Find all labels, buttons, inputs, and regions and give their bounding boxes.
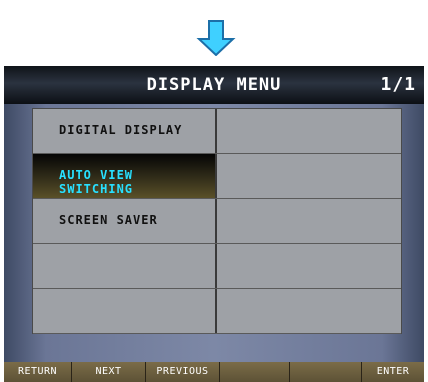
footer-buttons: RETURN NEXT PREVIOUS ENTER bbox=[4, 362, 424, 382]
menu-item-auto-view-switching[interactable]: AUTO VIEW SWITCHING bbox=[33, 154, 217, 198]
menu-value-cell bbox=[217, 199, 401, 243]
menu-item-digital-display[interactable]: DIGITAL DISPLAY bbox=[33, 109, 217, 153]
menu-value-cell bbox=[217, 289, 401, 333]
down-arrow-icon bbox=[196, 20, 236, 56]
footer-blank-button bbox=[220, 362, 290, 382]
enter-button[interactable]: ENTER bbox=[362, 362, 424, 382]
menu-item-screen-saver[interactable]: SCREEN SAVER bbox=[33, 199, 217, 243]
menu-row bbox=[33, 244, 401, 289]
previous-button[interactable]: PREVIOUS bbox=[146, 362, 220, 382]
menu-item-label: AUTO VIEW SWITCHING bbox=[59, 168, 134, 196]
menu-title: DISPLAY MENU bbox=[146, 75, 282, 95]
menu-item-empty bbox=[33, 244, 217, 288]
menu-item-empty bbox=[33, 289, 217, 333]
footer-blank-button bbox=[290, 362, 362, 382]
menu-value-cell bbox=[217, 244, 401, 288]
menu-row: SCREEN SAVER bbox=[33, 199, 401, 244]
menu-value-cell bbox=[217, 109, 401, 153]
menu-row bbox=[33, 289, 401, 334]
menu-value-cell bbox=[217, 154, 401, 198]
menu-item-label: SCREEN SAVER bbox=[59, 213, 158, 227]
menu-row: DIGITAL DISPLAY bbox=[33, 109, 401, 154]
page: DISPLAY MENU 1/1 DIGITAL DISPLAY AUTO VI… bbox=[0, 0, 428, 382]
menu-item-label: DIGITAL DISPLAY bbox=[59, 123, 183, 137]
page-indicator: 1/1 bbox=[380, 74, 416, 95]
return-button[interactable]: RETURN bbox=[4, 362, 72, 382]
title-bar: DISPLAY MENU 1/1 bbox=[4, 66, 424, 104]
menu-grid: DIGITAL DISPLAY AUTO VIEW SWITCHING SCRE… bbox=[32, 108, 402, 334]
next-button[interactable]: NEXT bbox=[72, 362, 146, 382]
display-menu-screen: DISPLAY MENU 1/1 DIGITAL DISPLAY AUTO VI… bbox=[4, 66, 424, 382]
menu-row: AUTO VIEW SWITCHING bbox=[33, 154, 401, 199]
